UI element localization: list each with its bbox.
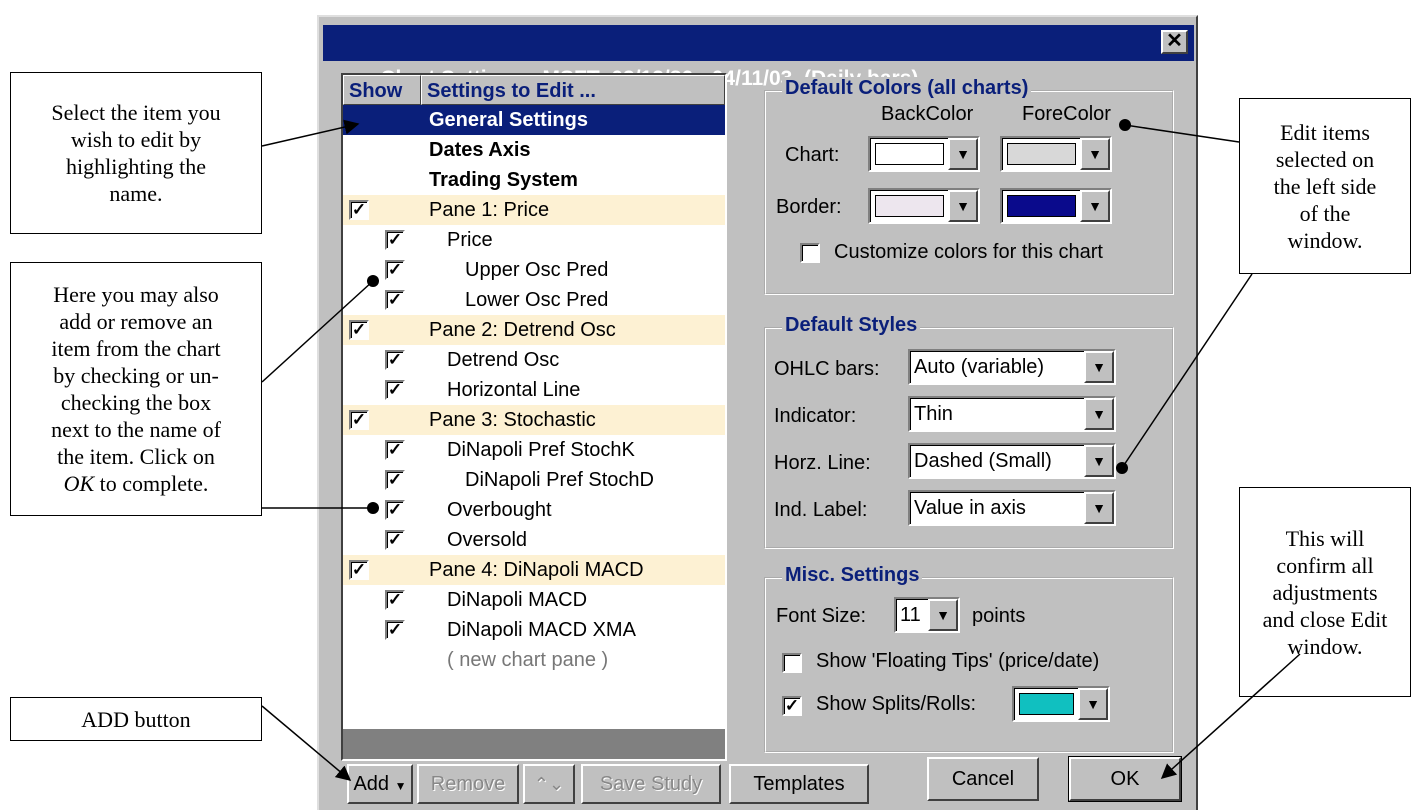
leader-confirm [1160,653,1301,780]
leader-add-button [261,705,352,781]
leader-edit-items-2 [1121,273,1253,469]
leader-dot-stochd [367,502,379,514]
callout-leader-lines [261,119,1301,781]
leader-dot-upper-osc [367,275,379,287]
leader-dot-forecolor [1119,119,1131,131]
leader-select-item [261,119,360,147]
leader-add-remove [261,280,374,383]
leader-dot-ohlc [1116,462,1128,474]
leader-edit-items-1 [1124,124,1240,143]
